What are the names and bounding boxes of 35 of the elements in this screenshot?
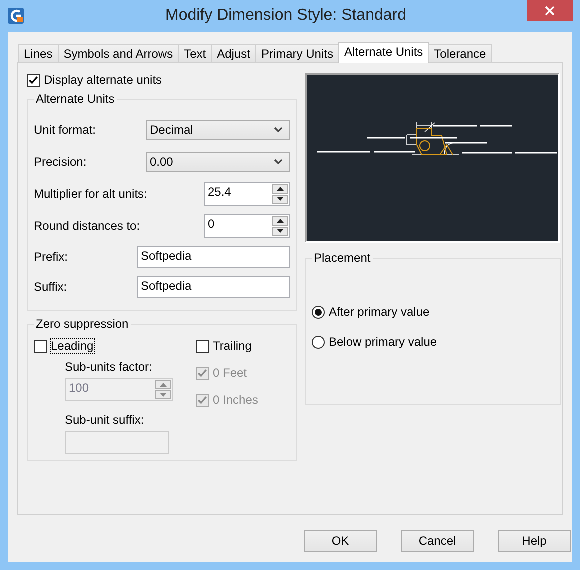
window-title: Modify Dimension Style: Standard: [164, 7, 408, 25]
group-title: Zero suppression: [35, 317, 130, 331]
checkbox-label: 0 Feet: [213, 366, 248, 380]
spinner-field[interactable]: 25.4: [204, 182, 290, 206]
dropdown[interactable]: Decimal: [146, 120, 290, 140]
tab[interactable]: Lines: [18, 44, 59, 62]
spinner-field[interactable]: 0: [204, 214, 290, 238]
group-title: Alternate Units: [35, 92, 116, 106]
ok-button[interactable]: OK: [304, 530, 377, 552]
radio-label: After primary value: [329, 305, 430, 319]
dropdown[interactable]: 0.00: [146, 152, 290, 172]
cancel-button[interactable]: Cancel: [401, 530, 474, 552]
radio-label: Below primary value: [329, 335, 438, 349]
field-label: Precision:: [34, 155, 87, 169]
field-label: Round distances to:: [34, 219, 140, 233]
checkbox-label: Display alternate units: [44, 73, 162, 87]
field-label: Sub-units factor:: [65, 360, 154, 374]
field-label: Unit format:: [34, 123, 96, 137]
tab[interactable]: Primary Units: [255, 44, 340, 62]
field-label: Multiplier for alt units:: [34, 187, 148, 201]
field-label: Sub-unit suffix:: [65, 413, 146, 427]
checkbox-label: Trailing: [213, 339, 252, 353]
checkbox-label: 0 Inches: [213, 393, 258, 407]
input-field[interactable]: Softpedia: [137, 246, 290, 268]
group-title: Placement: [313, 251, 372, 265]
field-label: Suffix:: [34, 280, 68, 294]
field-label: Prefix:: [34, 250, 68, 264]
tab[interactable]: Alternate Units: [338, 42, 430, 63]
tab[interactable]: Symbols and Arrows: [58, 44, 180, 62]
help-button[interactable]: Help: [498, 530, 571, 552]
tab[interactable]: Adjust: [211, 44, 256, 62]
tab[interactable]: Text: [178, 44, 212, 62]
checkbox-label: Leading: [51, 339, 94, 353]
tab[interactable]: Tolerance: [428, 44, 492, 62]
input-field[interactable]: Softpedia: [137, 276, 290, 298]
